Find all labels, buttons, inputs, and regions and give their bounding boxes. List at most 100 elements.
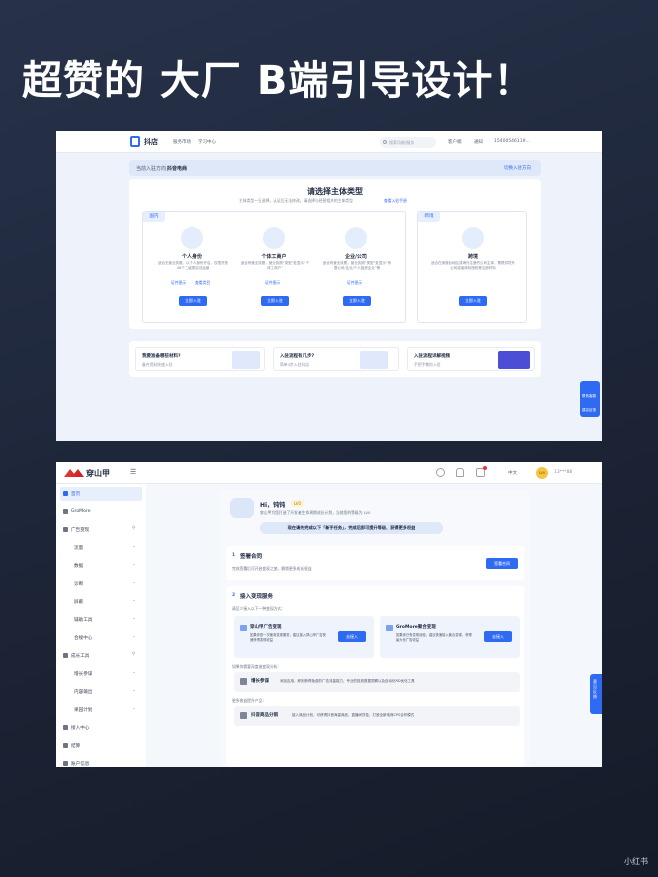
help-icon[interactable] [436, 468, 445, 477]
sidebar-item-label: 广告变现 [71, 528, 90, 533]
pangle-screenshot: 穿山甲 ☰ 中文 LV0 13***88 首页 GroMore 广告变现 ⚲ 流量 ⌄ 数据… [56, 462, 602, 767]
gromore-icon [63, 509, 68, 514]
sidebar-item-label: 流量 [74, 546, 84, 551]
feedback-label: 建议反馈 [582, 408, 596, 412]
category-link-personal[interactable]: 查看类目 [195, 280, 210, 286]
sidebar-subitem[interactable]: 诊断 ⌄ [60, 577, 142, 591]
money-icon [63, 743, 68, 748]
sidebar: 首页 GroMore 广告变现 ⚲ 流量 ⌄ 数据 ⌄ 诊断 ⌄ 屏蔽 ⌄ 辅助工具 ⌄ 合规中心 ⌄ 成长工具… [56, 484, 146, 767]
sidebar-item[interactable]: GroMore [60, 505, 142, 519]
type-desc-personal: 适合无营业执照、以个人身份开店，仅限开放48个二级类目试运营 [158, 261, 228, 270]
sidebar-item[interactable]: 接入中心 [60, 721, 142, 735]
chevron-down-icon: ⌄ [132, 688, 136, 693]
feedback-float-button[interactable]: 意见反馈 [590, 674, 602, 714]
sidebar-subitem[interactable]: 屏蔽 ⌄ [60, 595, 142, 609]
pangle-logo-icon [64, 469, 84, 477]
ad-icon [63, 527, 68, 532]
type-name-cross-border: 跨境 [467, 254, 478, 260]
notification-button[interactable]: 通知 [474, 139, 483, 145]
search-input[interactable]: 搜索功能/服务 [380, 137, 436, 148]
handbook-link[interactable]: 查看入驻手册 [384, 198, 407, 204]
type-desc-individual: 适合有营业执照，营业执照“类型”处显示“个体工商户” [240, 261, 310, 270]
page-title: 请选择主体类型 [307, 187, 363, 196]
collapse-menu-icon[interactable]: ☰ [130, 468, 136, 476]
sidebar-item-label: 辅助工具 [74, 618, 93, 623]
subject-type-card: 请选择主体类型 主体类型一旦选择，认证后无法修改。请选择与经营相关的主体类型 查… [129, 179, 541, 329]
nav-service-market[interactable]: 服务市场 [173, 139, 191, 145]
shop-icon [263, 227, 285, 249]
integrate-gromore-button[interactable]: 去接入 [484, 631, 512, 642]
growth-advisor-row[interactable]: 增长参谋 添加应用，即刻获得免费的广告流量能力、专业的投放数据洞察以及自动化RD… [234, 672, 520, 692]
page-subtitle: 主体类型一旦选择，认证后无法修改。请选择与经营相关的主体类型 [239, 198, 353, 203]
sidebar-item-label: 增长参谋 [74, 672, 93, 677]
enter-button-individual[interactable]: 立即入驻 [261, 296, 289, 306]
tip-card-materials[interactable]: 我要准备哪些材料? 备齐资料快速入驻 [135, 347, 265, 371]
nav-learning-center[interactable]: 学习中心 [198, 139, 216, 145]
enter-button-company[interactable]: 立即入驻 [343, 296, 371, 306]
sidebar-subitem[interactable]: 果园计划 ⌄ [60, 703, 142, 717]
enter-button-cross-border[interactable]: 立即入驻 [459, 296, 487, 306]
entry-value: 抖音电商 [167, 166, 188, 172]
sidebar-subitem[interactable]: 合规中心 ⌄ [60, 631, 142, 645]
chevron-down-icon: ⌄ [132, 544, 136, 549]
sign-contract-button[interactable]: 签署合同 [486, 558, 518, 569]
entry-label: 当前入驻方向： [136, 166, 172, 172]
sidebar-item[interactable]: 成长工具 ⚲ [60, 649, 142, 663]
cert-link-individual[interactable]: 证件图示 [265, 280, 280, 286]
level-badge: LV0 [291, 500, 305, 507]
person-icon [181, 227, 203, 249]
sidebar-item[interactable]: 首页 [60, 487, 142, 501]
guide-panel: Hi，钝钝 LV0 穿山甲为您打造了开发者生命周期成长计划，当前您的等级为 LV… [220, 490, 530, 767]
tip-title: 入驻流程详解视频 [414, 354, 450, 359]
greeting: Hi，钝钝 [260, 502, 286, 509]
notification-dot [483, 466, 487, 470]
sidebar-item-label: GroMore [71, 509, 91, 514]
type-desc-company: 适合有营业执照，营业执照“类型”处显示“有限公司/企业/个人独资企业”等 [322, 261, 392, 270]
integrate-pangle-button[interactable]: 去接入 [338, 631, 366, 642]
step-integrate-service: 2 接入变现服务 请至少接入以下一种变现方式： 穿山甲广告变现 如果你是一次使用… [226, 586, 524, 767]
home-icon [63, 491, 68, 496]
ecom-distribution-row[interactable]: 抖音商品分销 接入商品计划，可获得抖音海量商品，直播间货挂，打造全新电商CPS合… [234, 706, 520, 726]
tip-card-steps[interactable]: 入驻流程有几步? 简单4步入驻抖店 [273, 347, 399, 371]
sidebar-item[interactable]: 账户信息 [60, 757, 142, 767]
materials-illustration-icon [232, 351, 260, 369]
account-name[interactable]: 13***88 [554, 470, 572, 475]
bell-icon[interactable] [456, 468, 464, 477]
sidebar-item[interactable]: 结算 [60, 739, 142, 753]
poster-title: 超赞的 大厂 B端引导设计！ [22, 58, 535, 104]
step-desc: 完成签署后可开启变现之旅，解锁更多成长权益 [232, 566, 312, 571]
cert-link-personal[interactable]: 证件图示 [171, 280, 186, 286]
app-logo: 穿山甲 [86, 469, 110, 478]
option-pangle-ads: 穿山甲广告变现 如果你是一次使用变现服务，建议接入穿山甲广告快速获得变现收益 去… [234, 616, 374, 658]
sidebar-subitem[interactable]: 增长参谋 ⌄ [60, 667, 142, 681]
type-desc-cross-border: 适合在港澳台地区或海外注册的公司主体，需提供境外公司或者商标授权等注册材料 [431, 261, 515, 270]
account-menu[interactable]: 15400546119... [494, 139, 530, 144]
user-avatar[interactable]: LV0 [536, 467, 548, 479]
option-desc: 如果你是一次使用变现服务，建议接入穿山甲广告快速获得变现收益 [250, 633, 326, 642]
sidebar-item-label: 数据 [74, 564, 84, 569]
top-bar: 穿山甲 ☰ 中文 LV0 13***88 [56, 462, 602, 484]
sidebar-item[interactable]: 广告变现 ⚲ [60, 523, 142, 537]
connect-icon [63, 725, 68, 730]
floating-support[interactable]: 联系客服 建议反馈 [580, 381, 600, 417]
sidebar-subitem[interactable]: 数据 ⌄ [60, 559, 142, 573]
switch-direction-link[interactable]: 切换入驻方向 [504, 165, 531, 171]
sidebar-subitem[interactable]: 流量 ⌄ [60, 541, 142, 555]
tip-card-video[interactable]: 入驻流程详解视频 手把手教你入驻 [407, 347, 535, 371]
option-gromore: GroMore聚合变现 如果你已有变现经验，建议快速接入聚合变现，获得最大化广告… [380, 616, 520, 658]
option-desc: 如果你已有变现经验，建议快速接入聚合变现，获得最大化广告收益 [396, 633, 472, 642]
step-sign-contract: 1 签署合同 完成签署后可开启变现之旅，解锁更多成长权益 签署合同 [226, 546, 524, 580]
sidebar-item-label: 合规中心 [74, 636, 93, 641]
chevron-down-icon: ⌄ [132, 598, 136, 603]
sidebar-subitem[interactable]: 内容输出 ⌄ [60, 685, 142, 699]
sidebar-subitem[interactable]: 辅助工具 ⌄ [60, 613, 142, 627]
domestic-group: 国内 个人身份 适合无营业执照、以个人身份开店，仅限开放48个二级类目试运营 证… [142, 211, 406, 323]
ecom-desc: 接入商品计划，可获得抖音海量商品，直播间货挂，打造全新电商CPS合作模式 [292, 713, 415, 717]
language-select[interactable]: 中文 [508, 470, 517, 476]
client-button[interactable]: 客户端 [448, 139, 462, 145]
growth-title: 增长参谋 [251, 679, 269, 684]
enter-button-personal[interactable]: 立即入驻 [179, 296, 207, 306]
cert-link-company[interactable]: 证件图示 [347, 280, 362, 286]
video-thumbnail-icon [498, 351, 530, 369]
chevron-down-icon: ⌄ [132, 616, 136, 621]
